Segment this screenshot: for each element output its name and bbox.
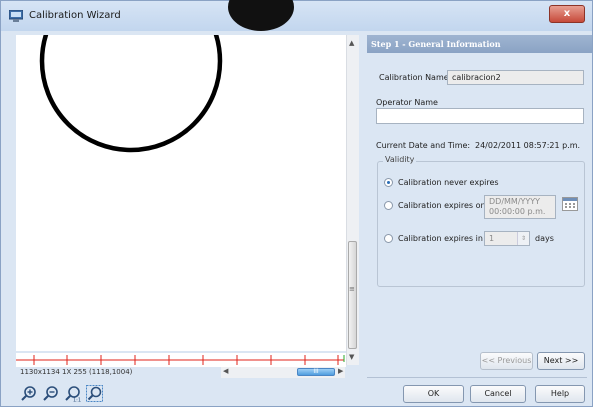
- zoom-fit-icon[interactable]: [86, 385, 103, 402]
- scroll-up-icon[interactable]: ▲: [349, 39, 354, 47]
- next-button[interactable]: Next >>: [537, 352, 585, 370]
- calendar-icon[interactable]: [562, 197, 578, 211]
- footer-separator: [367, 377, 587, 378]
- zoom-actual-size-icon[interactable]: 1:1: [64, 385, 81, 402]
- calibration-wizard-window: Calibration Wizard x ▲ ≡ ▼ 1130x1134 1X …: [0, 0, 593, 407]
- days-label: days: [535, 234, 554, 243]
- expires-in-label[interactable]: Calibration expires in: [398, 234, 483, 243]
- window-title: Calibration Wizard: [29, 10, 121, 21]
- wizard-panel: Step 1 - General Information Calibration…: [367, 35, 592, 375]
- image-status: 1130x1134 1X 255 (1118,1004): [20, 368, 133, 376]
- image-fragment: [228, 0, 294, 31]
- validity-title: Validity: [383, 155, 417, 164]
- days-spinner-icon[interactable]: ⇕: [517, 232, 529, 245]
- app-icon: [9, 10, 23, 22]
- close-button[interactable]: x: [549, 5, 585, 23]
- scroll-down-icon[interactable]: ▼: [349, 353, 354, 361]
- help-button[interactable]: Help: [535, 385, 585, 403]
- svg-text:1:1: 1:1: [73, 398, 81, 403]
- expires-on-label[interactable]: Calibration expires on: [398, 201, 486, 210]
- zoom-out-icon[interactable]: [42, 385, 59, 402]
- never-expires-label[interactable]: Calibration never expires: [398, 178, 499, 187]
- calibration-name-field[interactable]: calibracion2: [447, 70, 584, 85]
- radio-never-expires[interactable]: [384, 178, 393, 187]
- scroll-grip-icon: ≡: [349, 285, 355, 293]
- step-title: Step 1 - General Information: [367, 35, 592, 53]
- image-canvas[interactable]: [16, 35, 346, 351]
- radio-expires-on[interactable]: [384, 201, 393, 210]
- scroll-right-icon[interactable]: ▶: [338, 367, 343, 375]
- expiry-date-field[interactable]: DD/MM/YYYY 00:00:00 p.m.: [484, 195, 556, 219]
- vertical-scrollbar[interactable]: ▲ ≡ ▼: [346, 35, 359, 365]
- date-format-placeholder: DD/MM/YYYY: [489, 197, 541, 206]
- horizontal-scrollbar[interactable]: ◀ III ▶: [221, 367, 345, 378]
- cancel-button[interactable]: Cancel: [470, 385, 526, 403]
- calibration-name-label: Calibration Name: [379, 73, 449, 82]
- datetime-label: Current Date and Time:: [376, 141, 471, 150]
- operator-name-field[interactable]: [376, 108, 584, 124]
- title-bar: Calibration Wizard x: [1, 0, 592, 31]
- time-format-placeholder: 00:00:00 p.m.: [489, 207, 546, 216]
- vertical-scroll-thumb[interactable]: [348, 241, 357, 349]
- ok-button[interactable]: OK: [403, 385, 464, 403]
- calibration-image: [39, 35, 223, 153]
- operator-name-label: Operator Name: [376, 98, 438, 107]
- radio-expires-in[interactable]: [384, 234, 393, 243]
- previous-button[interactable]: << Previous: [480, 352, 533, 370]
- horizontal-scroll-thumb[interactable]: III: [297, 368, 335, 376]
- datetime-value: 24/02/2011 08:57:21 p.m.: [475, 141, 581, 150]
- zoom-in-icon[interactable]: [20, 385, 37, 402]
- ruler: [16, 353, 346, 367]
- scroll-left-icon[interactable]: ◀: [223, 367, 228, 375]
